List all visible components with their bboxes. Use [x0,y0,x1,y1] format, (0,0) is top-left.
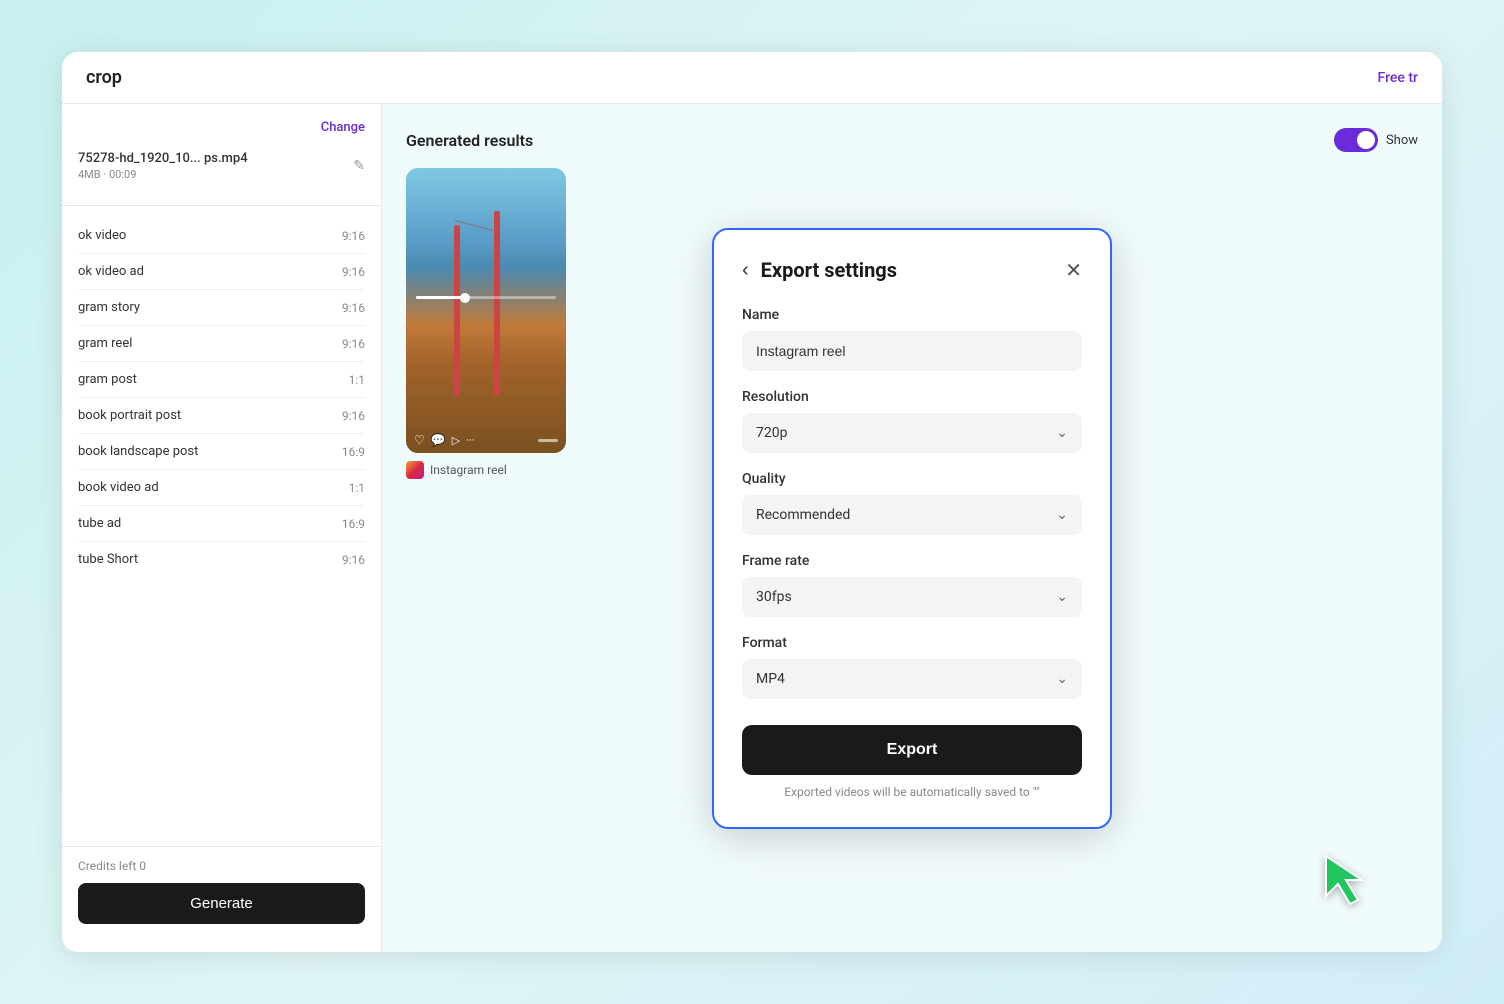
sidebar-file-header: Change [78,120,365,135]
format-select-wrapper: MP4 ⌄ [742,659,1082,699]
quality-field-group: Quality Recommended ⌄ [742,471,1082,535]
format-label: Format [742,635,1082,651]
resolution-label: Resolution [742,389,1082,405]
file-info: 75278-hd_1920_10... ps.mp4 4MB · 00:09 [78,151,248,181]
name-input[interactable] [742,331,1082,371]
app-container: crop Free tr Change 75278-hd_1920_10... … [62,52,1442,952]
credits-value: 0 [139,859,146,873]
framerate-field-group: Frame rate 30fps ⌄ [742,553,1082,617]
main-content: Change 75278-hd_1920_10... ps.mp4 4MB · … [62,104,1442,952]
framerate-label: Frame rate [742,553,1082,569]
resolution-select-wrapper: 720p ⌄ [742,413,1082,453]
modal-title: Export settings [761,258,1066,282]
file-item: 75278-hd_1920_10... ps.mp4 4MB · 00:09 ✎ [78,143,365,189]
back-button[interactable]: ‹ [742,259,761,282]
page-title: crop [86,67,122,88]
edit-icon[interactable]: ✎ [353,158,365,174]
format-field-group: Format MP4 ⌄ [742,635,1082,699]
modal-header: ‹ Export settings ✕ [742,258,1082,283]
format-select[interactable]: MP4 [742,659,1082,699]
file-name: 75278-hd_1920_10... ps.mp4 [78,151,248,166]
sidebar-footer: Credits left 0 Generate [62,846,381,936]
list-item[interactable]: gram post 1:1 [78,362,365,398]
quality-label: Quality [742,471,1082,487]
list-item[interactable]: tube ad 16:9 [78,506,365,542]
export-button[interactable]: Export [742,725,1082,775]
framerate-select-wrapper: 30fps ⌄ [742,577,1082,617]
quality-select[interactable]: Recommended [742,495,1082,535]
credits-label: Credits left 0 [78,859,146,873]
sidebar-file-section: Change 75278-hd_1920_10... ps.mp4 4MB · … [62,120,381,206]
list-item[interactable]: book portrait post 9:16 [78,398,365,434]
name-field-group: Name [742,307,1082,371]
change-link[interactable]: Change [321,120,365,135]
list-item[interactable]: ok video 9:16 [78,218,365,254]
framerate-select[interactable]: 30fps [742,577,1082,617]
free-trial-link[interactable]: Free tr [1378,70,1418,86]
top-bar: crop Free tr [62,52,1442,104]
list-item[interactable]: ok video ad 9:16 [78,254,365,290]
quality-select-wrapper: Recommended ⌄ [742,495,1082,535]
close-button[interactable]: ✕ [1065,258,1082,283]
right-panel: Generated results Show [382,104,1442,952]
list-item[interactable]: gram reel 9:16 [78,326,365,362]
file-meta: 4MB · 00:09 [78,168,248,181]
list-item[interactable]: book video ad 1:1 [78,470,365,506]
resolution-select[interactable]: 720p [742,413,1082,453]
credits-row: Credits left 0 [78,859,365,873]
sidebar: Change 75278-hd_1920_10... ps.mp4 4MB · … [62,104,382,952]
list-item[interactable]: tube Short 9:16 [78,542,365,577]
modal-overlay: ‹ Export settings ✕ Name Resolution [382,104,1442,952]
list-item[interactable]: gram story 9:16 [78,290,365,326]
export-settings-modal: ‹ Export settings ✕ Name Resolution [712,228,1112,829]
list-item[interactable]: book landscape post 16:9 [78,434,365,470]
sidebar-list: ok video 9:16 ok video ad 9:16 gram stor… [62,218,381,846]
name-label: Name [742,307,1082,323]
resolution-field-group: Resolution 720p ⌄ [742,389,1082,453]
export-note: Exported videos will be automatically sa… [742,785,1082,799]
generate-button[interactable]: Generate [78,883,365,924]
